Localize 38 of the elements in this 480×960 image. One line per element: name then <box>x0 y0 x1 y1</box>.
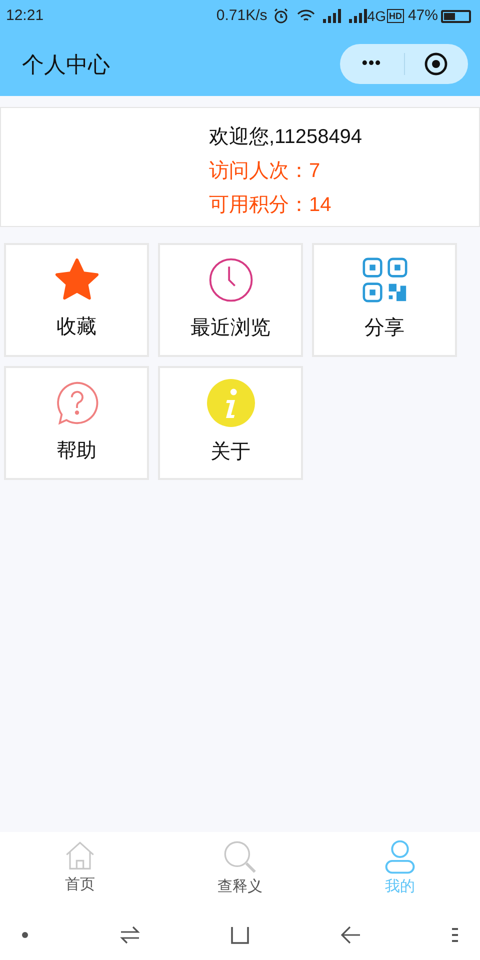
signal-icon <box>349 9 368 23</box>
home-icon <box>64 840 96 872</box>
home-button[interactable] <box>231 926 249 944</box>
menu-icon <box>452 928 458 942</box>
back-button[interactable] <box>340 926 360 944</box>
back-arrow-icon <box>340 926 360 944</box>
menu-tile[interactable]: 分享 <box>312 243 457 357</box>
search-icon <box>223 840 257 874</box>
user-icon <box>384 840 416 874</box>
tab-item[interactable]: 查释义 <box>160 832 320 914</box>
info-icon <box>206 379 254 427</box>
menu-tile[interactable]: 最近浏览 <box>158 243 303 357</box>
switch-button[interactable] <box>120 926 140 944</box>
star-icon <box>54 258 100 302</box>
battery-percent: 47% <box>408 6 438 26</box>
network-speed: 0.71K/s <box>216 6 268 26</box>
dot-button[interactable] <box>22 932 28 938</box>
target-icon <box>424 52 448 76</box>
hd-badge: HD <box>386 9 404 23</box>
wifi-icon <box>297 9 316 23</box>
menu-tile[interactable]: 关于 <box>158 366 303 480</box>
visit-count: 访问人次：7 <box>209 159 322 184</box>
points-balance: 可用积分：14 <box>209 193 332 218</box>
qr-code-icon <box>362 257 408 303</box>
dot-icon <box>22 932 28 938</box>
menu-tile[interactable]: 收藏 <box>4 243 149 357</box>
page-title: 个人中心 <box>22 50 110 78</box>
swap-arrows-icon <box>120 926 140 944</box>
alarm-icon <box>273 8 290 24</box>
clock-icon <box>208 257 254 303</box>
clock-time: 12:21 <box>6 6 44 26</box>
menu-tile[interactable]: 帮助 <box>4 366 149 480</box>
menu-button[interactable] <box>452 928 458 942</box>
tab-item[interactable]: 首页 <box>0 832 160 914</box>
signal-icon <box>323 9 342 23</box>
welcome-text: 欢迎您,11258494 <box>209 125 364 150</box>
network-type: 4G <box>367 6 386 26</box>
more-button[interactable]: ••• <box>340 52 404 76</box>
